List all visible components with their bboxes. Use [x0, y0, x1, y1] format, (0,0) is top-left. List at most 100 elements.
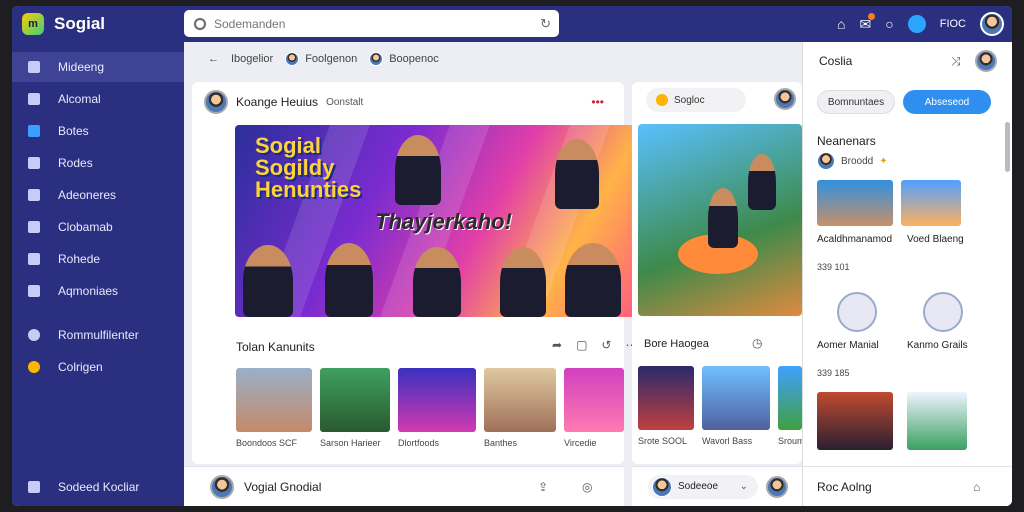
avatar[interactable]: [210, 474, 234, 499]
avatar: [652, 476, 672, 497]
main-feed: ← Ibogelior Foolgenon Boopenoc Koange He…: [184, 42, 802, 506]
app-name: Sogial: [54, 14, 106, 33]
post-header: Koange Heuius Oonstalt •••: [192, 82, 624, 122]
home-icon[interactable]: ⌂: [837, 16, 845, 32]
search-icon[interactable]: ○: [885, 16, 893, 32]
thumb-caption: Dlortfoods: [398, 438, 440, 448]
breadcrumb-item[interactable]: Foolgenon: [285, 52, 357, 66]
secondary-button[interactable]: Bomnuntaes: [817, 90, 895, 114]
group-icon: [28, 221, 40, 233]
primary-button[interactable]: Abseseod: [903, 90, 991, 114]
card-image[interactable]: [907, 392, 967, 450]
thumb-caption: Banthes: [484, 438, 518, 448]
notifications-icon[interactable]: ✉: [860, 12, 875, 33]
sidebar-item-5[interactable]: Clobamab: [12, 212, 184, 242]
breadcrumb-label: Ibogelior: [231, 53, 274, 65]
sidebar-item-label: Mideeng: [58, 60, 105, 74]
card-meta: 339 185: [817, 368, 850, 378]
refresh-icon[interactable]: ↻: [540, 16, 551, 32]
thumb-caption: Vircedie: [564, 438, 597, 448]
sidebar-item-label: Aqmoniaes: [58, 284, 119, 298]
avatar[interactable]: [774, 88, 796, 110]
search-bar[interactable]: ↻: [184, 10, 559, 37]
post-banner-image[interactable]: Sogial Sogildy Henunties Thayjerkaho!: [235, 125, 635, 317]
author-avatar[interactable]: [204, 90, 228, 114]
person-figure: [413, 247, 461, 317]
card-meta: 339 101: [817, 262, 850, 272]
banner-script: Thayjerkaho!: [375, 209, 512, 234]
sidebar-item-7[interactable]: Aqmoniaes: [12, 276, 184, 306]
thumb-image[interactable]: [320, 368, 390, 432]
calendar-icon: [28, 253, 40, 265]
sidebar-item-label: Rodes: [58, 156, 93, 170]
bottom-bar-right: Roc Aolng ⌂: [803, 466, 1012, 506]
thumb-image[interactable]: [236, 368, 312, 432]
chip[interactable]: Sogloc: [646, 88, 746, 112]
avatar[interactable]: [766, 475, 788, 498]
panel-subtext: Broodd: [841, 155, 874, 167]
thumb-image[interactable]: [638, 366, 694, 430]
thumb-image[interactable]: [484, 368, 556, 432]
search-input[interactable]: [214, 16, 534, 31]
sidebar-footer[interactable]: Sodeed Kocliar: [12, 472, 184, 502]
reply-icon[interactable]: ↺: [601, 338, 611, 352]
card-image[interactable]: [901, 180, 961, 226]
panel-title: Coslia: [819, 54, 853, 68]
thumb-image[interactable]: [702, 366, 770, 430]
settings-icon: [28, 285, 40, 297]
coin-icon: [656, 94, 668, 106]
upload-icon[interactable]: ⇪: [538, 480, 548, 494]
top-bar: m Sogial ↻ ⌂ ✉ ○ FIOC: [12, 6, 1012, 42]
card-image[interactable]: [817, 180, 893, 226]
message-icon: [28, 189, 40, 201]
shuffle-icon[interactable]: ⤨: [951, 54, 961, 69]
more-icon[interactable]: •••: [591, 95, 604, 109]
bottom-label: Roc Aolng: [817, 479, 872, 494]
back-arrow-icon[interactable]: ←: [208, 53, 219, 65]
author-name[interactable]: Koange Heuius: [236, 95, 318, 109]
share-icon[interactable]: ➦: [552, 338, 562, 352]
sidebar-item-4[interactable]: Adeoneres: [12, 180, 184, 210]
thumb-caption: Boondoos SCF: [236, 438, 298, 448]
logout-icon: [28, 481, 40, 493]
card-label: Acaldhmanamod: [817, 234, 893, 245]
counter-label: FIOC: [939, 18, 966, 30]
thumb-image[interactable]: [398, 368, 476, 432]
sparkle-icon: ✦: [879, 155, 888, 167]
card-avatar[interactable]: [837, 292, 877, 332]
person-figure: [748, 154, 776, 210]
home-icon: [28, 61, 40, 73]
breadcrumb-item[interactable]: Boopenoc: [369, 52, 439, 66]
toggle-icon[interactable]: [907, 15, 926, 33]
card-label: Kanmo Grails: [907, 340, 968, 351]
user-avatar[interactable]: [980, 12, 1004, 36]
app-logo-icon[interactable]: m: [22, 13, 44, 35]
clock-icon[interactable]: ◷: [752, 336, 762, 350]
scrollbar[interactable]: [1005, 122, 1010, 172]
card-avatar[interactable]: [923, 292, 963, 332]
sidebar-item-9[interactable]: Colrigen: [12, 352, 184, 382]
clock-icon: [28, 329, 40, 341]
thumb-caption: Sroum: [778, 436, 802, 446]
sidebar-item-3[interactable]: Rodes: [12, 148, 184, 178]
home-icon[interactable]: ⌂: [973, 480, 980, 494]
thumb-image[interactable]: [564, 368, 624, 432]
thumb-caption: Wavorl Bass: [702, 436, 753, 446]
group-name[interactable]: Oonstalt: [326, 97, 363, 108]
sidebar-item-label: Colrigen: [58, 360, 103, 374]
avatar[interactable]: [975, 50, 997, 72]
sidebar-item-home[interactable]: Mideeng: [12, 52, 184, 82]
sidebar-item-2[interactable]: Botes: [12, 116, 184, 146]
comment-icon[interactable]: ▢: [576, 338, 587, 352]
breadcrumb-item[interactable]: Ibogelior: [231, 53, 273, 65]
card-image[interactable]: [817, 392, 893, 450]
person-figure: [708, 188, 738, 248]
sidebar-item-1[interactable]: Alcomal: [12, 84, 184, 114]
bottom-bar-left: Vogial Gnodial ⇪ ◎: [184, 466, 624, 506]
side-post-image[interactable]: [638, 124, 802, 316]
sidebar-item-6[interactable]: Rohede: [12, 244, 184, 274]
sidebar-item-8[interactable]: Rommulfilenter: [12, 320, 184, 350]
thumb-image[interactable]: [778, 366, 802, 430]
settings-icon[interactable]: ◎: [582, 480, 592, 494]
bottom-chip[interactable]: Sodeeoe ⌄: [648, 474, 758, 499]
